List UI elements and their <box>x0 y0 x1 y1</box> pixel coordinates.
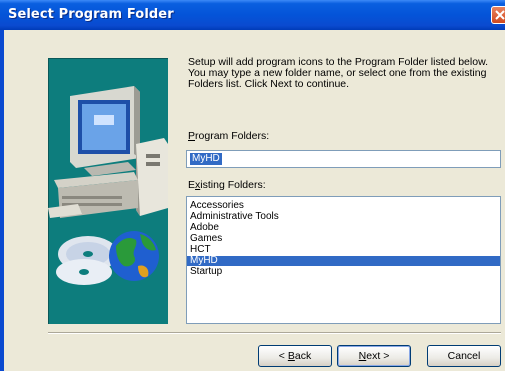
instructions-text: Setup will add program icons to the Prog… <box>188 56 488 91</box>
existing-folders-label: Existing Folders: <box>188 179 266 191</box>
existing-folders-list[interactable]: Accessories Administrative Tools Adobe G… <box>186 196 501 324</box>
window-frame <box>0 30 4 371</box>
window-title: Select Program Folder <box>8 7 174 22</box>
next-button[interactable]: Next > <box>337 345 411 367</box>
list-item-myhd[interactable]: MyHD <box>187 256 500 266</box>
cancel-button[interactable]: Cancel <box>427 345 501 367</box>
list-item-administrative-tools[interactable]: Administrative Tools <box>187 212 500 222</box>
back-button[interactable]: < Back <box>258 345 332 367</box>
list-item-adobe[interactable]: Adobe <box>187 223 500 233</box>
list-item-accessories[interactable]: Accessories <box>187 201 500 211</box>
program-folders-label: Program Folders: <box>188 130 270 142</box>
list-item-hct[interactable]: HCT <box>187 245 500 255</box>
program-folder-value: MyHD <box>190 153 222 165</box>
program-folder-input[interactable]: MyHD <box>186 150 501 168</box>
setup-graphic-panel <box>48 58 168 324</box>
computer-icon <box>48 86 168 218</box>
close-button[interactable] <box>491 6 505 24</box>
button-separator <box>48 332 501 334</box>
list-item-startup[interactable]: Startup <box>187 267 500 277</box>
list-item-games[interactable]: Games <box>187 234 500 244</box>
globe-icon <box>109 231 159 281</box>
title-bar[interactable]: Select Program Folder <box>0 0 505 30</box>
close-icon <box>495 10 505 20</box>
